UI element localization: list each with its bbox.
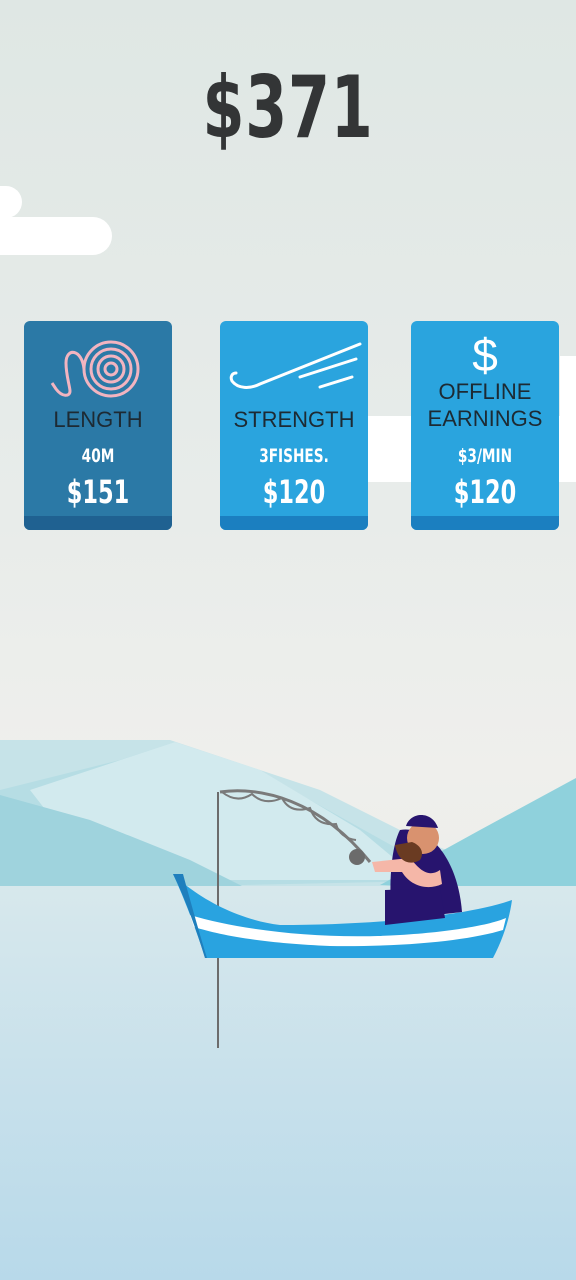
upgrade-detail: $3/MIN [457, 445, 513, 467]
rope-hook-icon [50, 340, 140, 398]
upgrade-title-line2: EARNINGS [427, 406, 543, 431]
dollar-icon: $ [472, 329, 498, 381]
upgrade-card-strength[interactable]: STRENGTH 3FISHES. $120 [220, 321, 368, 530]
cloud [0, 186, 112, 255]
hook-icon [229, 342, 362, 389]
mountains [0, 740, 576, 900]
upgrade-price: $151 [66, 473, 130, 511]
upgrade-card-length[interactable]: LENGTH 40M $151 [24, 321, 172, 530]
upgrade-title: STRENGTH [233, 407, 355, 432]
card-bar [411, 516, 559, 530]
upgrade-card-offline-earnings[interactable]: $ OFFLINE EARNINGS $3/MIN $120 [411, 321, 559, 530]
upgrade-price: $120 [453, 473, 517, 511]
card-bar [24, 516, 172, 530]
money-counter: $371 [202, 58, 374, 158]
upgrade-price: $120 [262, 473, 326, 511]
card-bar [220, 516, 368, 530]
background-scene [0, 186, 576, 1280]
upgrade-detail: 40M [81, 445, 115, 467]
svg-text:$: $ [472, 329, 498, 381]
upgrade-title: LENGTH [53, 407, 143, 432]
upgrade-title-line1: OFFLINE [438, 379, 532, 404]
upgrade-detail: 3FISHES. [259, 445, 329, 467]
